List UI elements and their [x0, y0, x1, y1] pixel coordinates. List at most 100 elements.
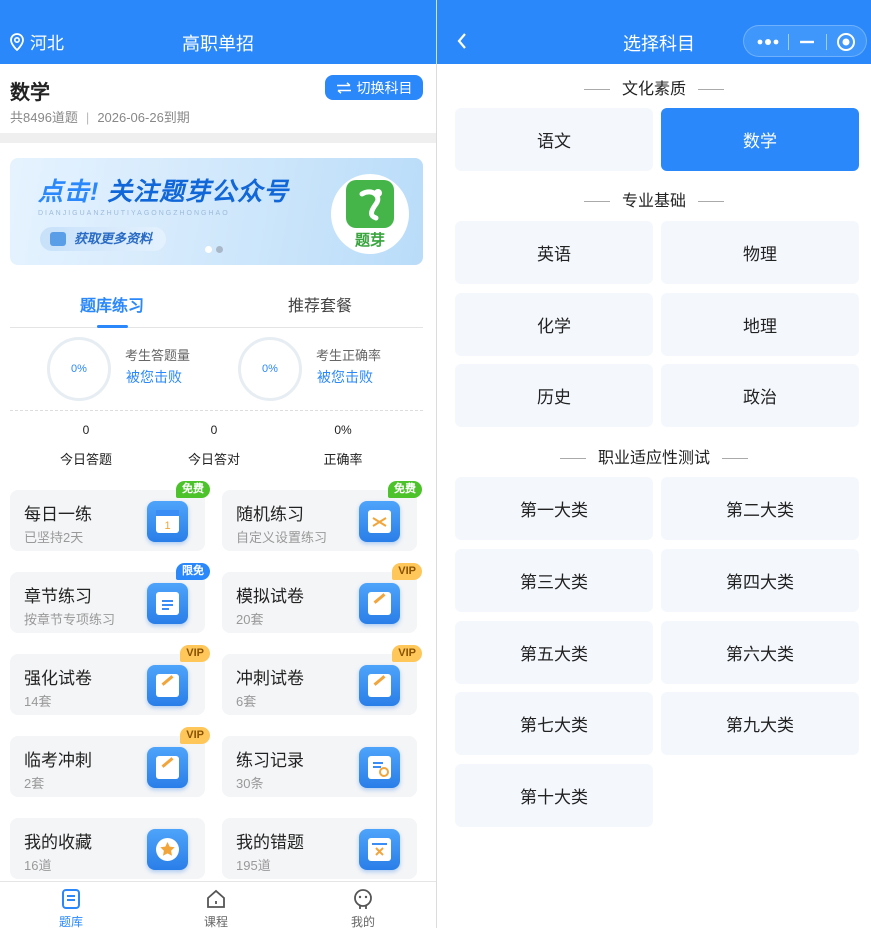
- today-correct-value: 0: [210, 423, 218, 437]
- card-subtitle: 按章节专项练习: [24, 612, 116, 627]
- tabbar-label: 课程: [203, 915, 228, 928]
- meta-separator: |: [85, 110, 90, 125]
- tabbar-mine[interactable]: 我的: [333, 888, 393, 928]
- switch-subject-button[interactable]: 切换科目: [325, 75, 423, 100]
- wrong-answer-icon: [359, 829, 400, 870]
- today-correct-label: 今日答对: [187, 452, 240, 467]
- profile-icon: [354, 889, 372, 909]
- pencil-paper-icon: [359, 665, 400, 706]
- subject-meta: 共8496道题 | 2026-06-26到期: [10, 107, 190, 126]
- section-professional-basics: 专业基础: [437, 187, 871, 211]
- subject-title: 数学: [10, 82, 50, 104]
- subject-option-category-10[interactable]: 第十大类: [455, 764, 653, 827]
- tab-practice[interactable]: 题库练习: [80, 292, 144, 316]
- carousel-dots: [205, 246, 227, 253]
- answer-volume-label: 考生答题量: [125, 348, 191, 363]
- choose-subject-screen: 选择科目 文化素质 语文 数学 专业基础 英语 物理 化学 地理 历史 政治 职…: [437, 0, 871, 928]
- subject-option-chemistry[interactable]: 化学: [455, 293, 653, 356]
- subject-option-category-4[interactable]: 第四大类: [661, 549, 859, 612]
- pre-exam-sprint-card[interactable]: 临考冲刺 2套 VIP: [10, 727, 210, 797]
- daily-practice-card[interactable]: 每日一练 已坚持2天 1 免费: [10, 481, 210, 551]
- card-title: 每日一练: [24, 505, 92, 524]
- card-title: 冲刺试卷: [236, 669, 304, 688]
- accuracy-ring: 0%: [238, 337, 302, 401]
- subject-option-category-5[interactable]: 第五大类: [455, 621, 653, 684]
- course-home-icon: [207, 889, 225, 908]
- subject-option-category-6[interactable]: 第六大类: [661, 621, 859, 684]
- card-title: 临考冲刺: [24, 751, 92, 770]
- card-subtitle: 2套: [24, 776, 45, 791]
- subject-option-category-9[interactable]: 第九大类: [661, 692, 859, 755]
- limited-free-badge: 限免: [176, 563, 210, 580]
- tiya-logo: 题芽: [331, 174, 409, 254]
- random-practice-card[interactable]: 随机练习 自定义设置练习 免费: [222, 481, 422, 551]
- intensive-exam-card[interactable]: 强化试卷 14套 VIP: [10, 645, 210, 715]
- vip-badge: VIP: [180, 645, 210, 662]
- subject-option-english[interactable]: 英语: [455, 221, 653, 284]
- sprint-exam-card[interactable]: 冲刺试卷 6套 VIP: [222, 645, 422, 715]
- section-culture: 文化素质: [437, 75, 871, 99]
- card-title: 我的收藏: [24, 833, 92, 852]
- sprout-icon: [346, 180, 394, 228]
- expiry-date: 2026-06-26到期: [97, 110, 190, 125]
- free-badge: 免费: [388, 481, 422, 498]
- location-selector[interactable]: 河北: [10, 29, 64, 54]
- favorites-card[interactable]: 我的收藏 16道: [10, 818, 205, 879]
- subject-option-math[interactable]: 数学: [661, 108, 859, 171]
- card-subtitle: 6套: [236, 694, 257, 709]
- bottom-tab-bar: 题库 课程 我的: [0, 881, 436, 928]
- dashed-divider: [10, 410, 423, 411]
- card-subtitle: 16道: [24, 858, 52, 873]
- promo-banner[interactable]: 点击! 关注题芽公众号 DIANJIGUANZHUTIYAGONGZHONGHA…: [10, 158, 423, 265]
- accuracy-label: 考生正确率: [316, 348, 382, 363]
- wrong-answers-card[interactable]: 我的错题 195道: [222, 818, 417, 879]
- accuracy-rate-value: 0%: [334, 423, 352, 437]
- banner-subtitle: DIANJIGUANZHUTIYAGONGZHONGHAO: [38, 210, 230, 217]
- today-answered-value: 0: [82, 423, 90, 437]
- more-dots-icon[interactable]: [756, 35, 780, 49]
- card-title: 强化试卷: [24, 669, 92, 688]
- tab-packages[interactable]: 推荐套餐: [288, 292, 352, 316]
- subject-option-chinese[interactable]: 语文: [455, 108, 653, 171]
- svg-text:1: 1: [164, 520, 170, 532]
- tabbar-question-bank[interactable]: 题库: [41, 888, 101, 928]
- top-header: 河北 高职单招: [0, 0, 436, 64]
- swap-icon: [336, 81, 351, 94]
- chapter-practice-card[interactable]: 章节练习 按章节专项练习 限免: [10, 563, 210, 633]
- pencil-paper-icon: [147, 747, 188, 788]
- question-bank-screen: 河北 高职单招 数学 共8496道题 | 2026-06-26到期 切换科目 点击!…: [0, 0, 436, 928]
- card-subtitle: 已坚持2天: [24, 530, 84, 545]
- question-bank-icon: [62, 889, 80, 909]
- answer-volume-ring: 0%: [47, 337, 111, 401]
- close-target-icon[interactable]: [836, 32, 856, 52]
- mock-exam-card[interactable]: 模拟试卷 20套 VIP: [222, 563, 422, 633]
- subject-option-category-2[interactable]: 第二大类: [661, 477, 859, 540]
- accuracy-beaten[interactable]: 被您击败: [317, 367, 373, 387]
- logo-text: 题芽: [354, 232, 385, 249]
- banner-pill: 获取更多资料: [40, 227, 167, 251]
- capsule-separator: [788, 34, 789, 50]
- active-tab-indicator: [97, 325, 128, 328]
- subject-option-category-3[interactable]: 第三大类: [455, 549, 653, 612]
- card-subtitle: 自定义设置练习: [236, 530, 328, 545]
- capsule-separator: [826, 34, 827, 50]
- record-icon: [359, 747, 400, 788]
- back-arrow-icon[interactable]: [451, 29, 475, 53]
- subject-option-category-1[interactable]: 第一大类: [455, 477, 653, 540]
- minimize-icon[interactable]: [799, 35, 815, 49]
- subject-option-politics[interactable]: 政治: [661, 364, 859, 427]
- card-title: 随机练习: [236, 505, 304, 524]
- tab-underline: [10, 327, 423, 328]
- page-title: 选择科目: [623, 34, 695, 54]
- tabbar-courses[interactable]: 课程: [186, 888, 246, 928]
- answer-volume-beaten[interactable]: 被您击败: [126, 367, 182, 387]
- subject-option-geography[interactable]: 地理: [661, 293, 859, 356]
- exam-type-title: 高职单招: [182, 34, 254, 54]
- subject-option-physics[interactable]: 物理: [661, 221, 859, 284]
- card-subtitle: 20套: [236, 612, 264, 627]
- subject-option-category-7[interactable]: 第七大类: [455, 692, 653, 755]
- graduation-cap-icon: [50, 232, 66, 246]
- subject-option-history[interactable]: 历史: [455, 364, 653, 427]
- vip-badge: VIP: [392, 563, 422, 580]
- practice-record-card[interactable]: 练习记录 30条: [222, 736, 417, 797]
